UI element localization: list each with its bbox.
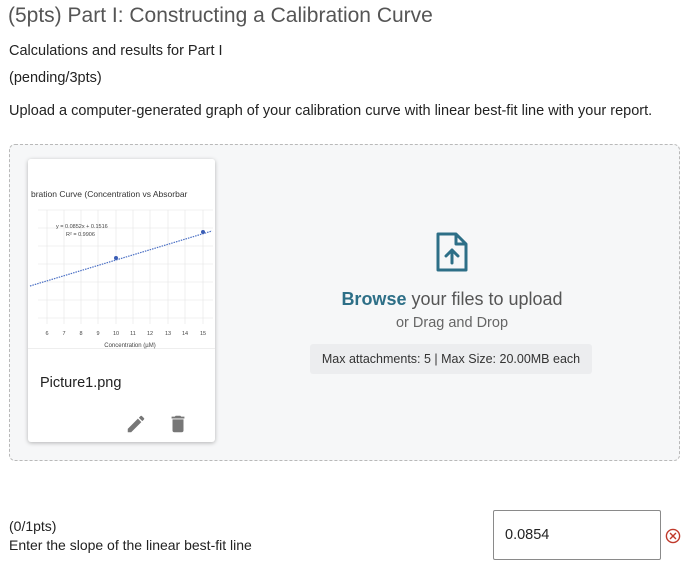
file-upload-icon[interactable] xyxy=(435,231,469,273)
thumb-x-label: Concentration (µM) xyxy=(104,343,155,349)
calibration-chart-thumbnail: bration Curve (Concentration vs Absorbar xyxy=(29,189,213,349)
thumb-x-tick: 13 xyxy=(165,331,171,337)
thumb-equation: y = 0.0852x + 0.1516 xyxy=(56,224,108,230)
drag-drop-text: or Drag and Drop xyxy=(395,315,509,331)
trash-icon[interactable] xyxy=(167,413,189,435)
pencil-icon[interactable] xyxy=(125,413,147,435)
thumb-r-squared: R² = 0.9906 xyxy=(66,232,95,238)
upload-instruction: Upload a computer-generated graph of you… xyxy=(9,103,653,119)
points-status: (pending/3pts) xyxy=(9,70,102,86)
incorrect-circle-x-icon xyxy=(665,528,681,544)
question-points: (0/1pts) xyxy=(9,518,57,534)
slope-answer-input[interactable] xyxy=(493,510,661,560)
thumb-data-point xyxy=(201,230,205,234)
section-subtitle: Calculations and results for Part I xyxy=(9,43,223,59)
attachment-file-name: Picture1.png xyxy=(40,375,122,391)
attachment-card[interactable]: bration Curve (Concentration vs Absorbar xyxy=(28,159,215,442)
browse-link[interactable]: Browse xyxy=(341,289,406,309)
thumb-x-tick: 9 xyxy=(96,331,99,337)
attachment-thumbnail: bration Curve (Concentration vs Absorbar xyxy=(28,159,215,349)
thumb-x-tick: 12 xyxy=(147,331,153,337)
thumb-data-point xyxy=(114,256,118,260)
thumb-x-tick: 6 xyxy=(45,331,48,337)
upload-dropzone[interactable]: bration Curve (Concentration vs Absorbar xyxy=(9,144,680,461)
max-attachments-info: Max attachments: 5 | Max Size: 20.00MB e… xyxy=(310,344,592,374)
thumb-x-tick: 8 xyxy=(79,331,82,337)
attachment-actions xyxy=(125,413,195,435)
thumb-chart-title: bration Curve (Concentration vs Absorbar xyxy=(31,189,188,199)
thumb-x-ticks: 6 7 8 9 10 11 12 13 14 15 xyxy=(45,331,206,337)
thumb-x-tick: 10 xyxy=(113,331,119,337)
upload-area[interactable]: Browse your files to upload or Drag and … xyxy=(250,223,654,383)
thumb-x-tick: 15 xyxy=(200,331,206,337)
section-title: (5pts) Part I: Constructing a Calibratio… xyxy=(8,4,433,27)
thumb-x-tick: 11 xyxy=(130,331,136,337)
question-text: Enter the slope of the linear best-fit l… xyxy=(9,537,252,553)
thumb-x-tick: 14 xyxy=(182,331,188,337)
thumb-x-tick: 7 xyxy=(62,331,65,337)
browse-line: Browse your files to upload xyxy=(250,289,654,310)
browse-rest: your files to upload xyxy=(406,289,563,309)
